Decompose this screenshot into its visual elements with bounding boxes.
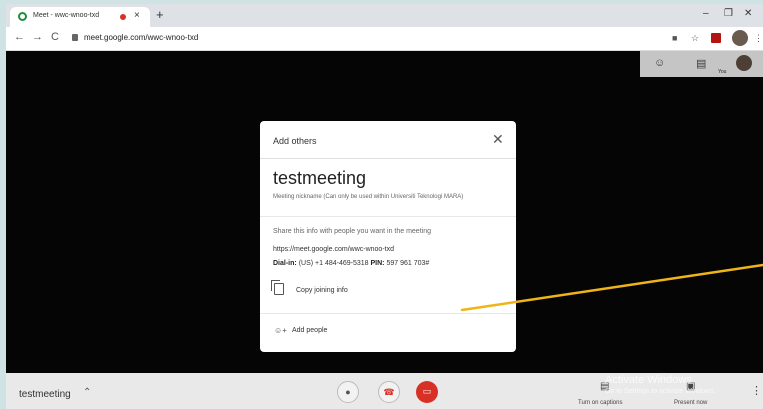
camera-icon[interactable]: ■ bbox=[672, 33, 677, 43]
recording-dot-icon bbox=[120, 14, 126, 20]
address-bar[interactable]: meet.google.com/wwc-wnoo-txd bbox=[84, 33, 198, 42]
activation-watermark-subtitle: Go to Settings to activate Windows. bbox=[605, 388, 716, 395]
annotation-stroke bbox=[460, 263, 763, 312]
back-button[interactable]: ← bbox=[14, 31, 25, 43]
bookmark-star-icon[interactable]: ☆ bbox=[691, 33, 699, 44]
tab-title: Meet - wwc-wnoo-txd bbox=[33, 12, 100, 19]
leave-call-button[interactable]: ☎ bbox=[378, 381, 400, 403]
browser-tab[interactable]: Meet - wwc-wnoo-txd × bbox=[10, 7, 150, 27]
maximize-button[interactable]: ❐ bbox=[724, 8, 733, 19]
meeting-details-name[interactable]: testmeeting bbox=[19, 389, 71, 400]
forward-button[interactable]: → bbox=[32, 31, 43, 43]
window-close-button[interactable]: ✕ bbox=[744, 8, 752, 19]
annotation-line bbox=[460, 263, 763, 312]
hang-up-icon: ☎ bbox=[383, 387, 395, 397]
new-tab-button[interactable]: + bbox=[156, 7, 164, 22]
minimize-button[interactable]: – bbox=[703, 8, 709, 19]
tab-close-icon[interactable]: × bbox=[134, 10, 140, 21]
microphone-icon: ● bbox=[345, 387, 351, 397]
camera-toggle-button[interactable]: ▭ bbox=[416, 381, 438, 403]
browser-toolbar: ← → C meet.google.com/wwc-wnoo-txd ■ ☆ ⋮ bbox=[6, 27, 763, 51]
meet-bottom-bar: testmeeting ⌃ ● ☎ ▭ ▤ Turn on captions ▣… bbox=[6, 373, 763, 409]
browser-menu-icon[interactable]: ⋮ bbox=[754, 33, 763, 44]
chevron-up-icon[interactable]: ⌃ bbox=[83, 387, 91, 398]
meet-favicon-icon bbox=[18, 12, 27, 21]
captions-button[interactable]: Turn on captions bbox=[578, 400, 622, 406]
activation-watermark-title: Activate Windows bbox=[605, 374, 692, 386]
reload-button[interactable]: C bbox=[51, 31, 59, 43]
pdf-extension-icon[interactable] bbox=[711, 33, 721, 43]
lock-icon bbox=[72, 34, 78, 41]
present-now-button[interactable]: Present now bbox=[674, 400, 707, 406]
tab-strip: Meet - wwc-wnoo-txd × + – ❐ ✕ bbox=[6, 4, 763, 27]
microphone-button[interactable]: ● bbox=[337, 381, 359, 403]
more-options-icon[interactable]: ⋮ bbox=[751, 384, 762, 397]
profile-avatar[interactable] bbox=[732, 30, 748, 46]
screen: Meet - wwc-wnoo-txd × + – ❐ ✕ ← → C meet… bbox=[6, 4, 763, 409]
camera-off-icon: ▭ bbox=[422, 386, 432, 396]
meet-stage: ☺ ▤ You Add others ✕ testmeeting Meeting… bbox=[6, 51, 763, 409]
